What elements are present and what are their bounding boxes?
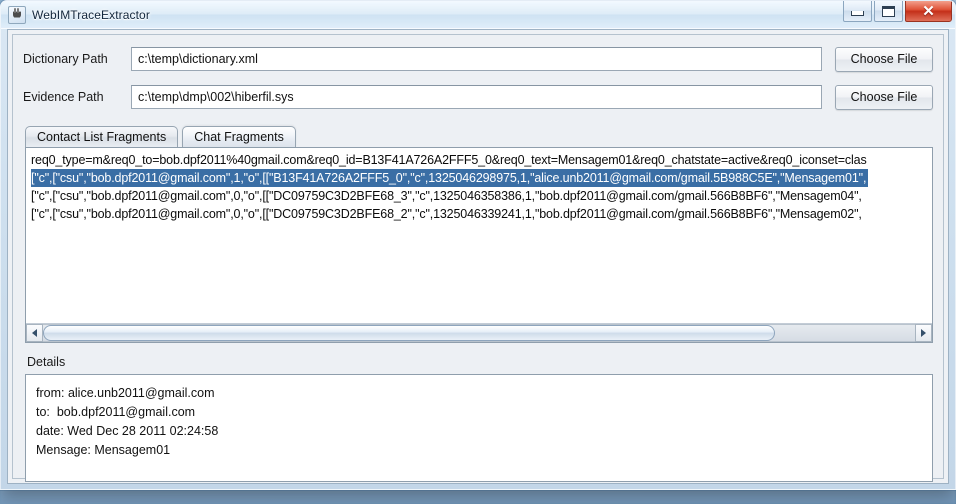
tab-contact-list-fragments[interactable]: Contact List Fragments xyxy=(25,126,179,147)
details-text-area[interactable]: from: alice.unb2011@gmail.com to: bob.dp… xyxy=(25,374,933,482)
fragment-line[interactable]: ["c",["csu","bob.dpf2011@gmail.com",0,"o… xyxy=(31,205,932,223)
window-title: WebIMTraceExtractor xyxy=(32,7,150,22)
evidence-path-row: Evidence Path Choose File xyxy=(23,84,933,110)
dictionary-path-row: Dictionary Path Choose File xyxy=(23,46,933,72)
scroll-left-arrow-icon xyxy=(32,329,37,337)
fragment-line-row: ["c",["csu","bob.dpf2011@gmail.com",0,"o… xyxy=(31,187,932,205)
title-bar[interactable]: WebIMTraceExtractor ✕ xyxy=(1,1,955,29)
close-button[interactable]: ✕ xyxy=(905,1,952,22)
dictionary-choose-file-button[interactable]: Choose File xyxy=(835,46,933,72)
fragment-line-row: ["c",["csu","bob.dpf2011@gmail.com",1,"o… xyxy=(31,169,932,187)
dictionary-path-label: Dictionary Path xyxy=(23,52,108,66)
fragment-line[interactable]: req0_type=m&req0_to=bob.dpf2011%40gmail.… xyxy=(31,151,932,169)
java-app-icon xyxy=(8,5,26,24)
scrollbar-track[interactable] xyxy=(43,324,915,342)
window-controls: ✕ xyxy=(843,1,952,22)
fragment-line-row: req0_type=m&req0_to=bob.dpf2011%40gmail.… xyxy=(31,151,932,169)
scroll-left-button[interactable] xyxy=(26,324,43,342)
details-line-message: Mensage: Mensagem01 xyxy=(36,443,171,457)
minimize-icon xyxy=(851,10,864,16)
tab-strip: Contact List Fragments Chat Fragments xyxy=(25,125,933,147)
tab-chat-fragments[interactable]: Chat Fragments xyxy=(182,126,296,147)
minimize-button[interactable] xyxy=(843,1,872,22)
maximize-icon xyxy=(882,5,895,17)
details-line-from: from: alice.unb2011@gmail.com xyxy=(36,386,215,400)
application-window: WebIMTraceExtractor ✕ Dictionary Path Ch… xyxy=(0,0,956,490)
details-label: Details xyxy=(27,355,66,369)
evidence-path-input[interactable] xyxy=(131,85,822,109)
details-line-date: date: Wed Dec 28 2011 02:24:58 xyxy=(36,424,219,438)
fragment-line-row: ["c",["csu","bob.dpf2011@gmail.com",0,"o… xyxy=(31,205,932,223)
fragment-line-selected[interactable]: ["c",["csu","bob.dpf2011@gmail.com",1,"o… xyxy=(31,169,869,187)
evidence-path-label: Evidence Path xyxy=(23,90,104,104)
scrollbar-thumb[interactable] xyxy=(43,325,776,341)
evidence-choose-file-button[interactable]: Choose File xyxy=(835,84,933,110)
details-line-to: to: bob.dpf2011@gmail.com xyxy=(36,405,196,419)
close-icon: ✕ xyxy=(922,2,935,20)
fragment-line[interactable]: ["c",["csu","bob.dpf2011@gmail.com",0,"o… xyxy=(31,187,932,205)
dictionary-path-input[interactable] xyxy=(131,47,822,71)
main-panel: Dictionary Path Choose File Evidence Pat… xyxy=(12,34,944,482)
fragment-lines: req0_type=m&req0_to=bob.dpf2011%40gmail.… xyxy=(26,148,932,324)
chat-fragments-text-area[interactable]: req0_type=m&req0_to=bob.dpf2011%40gmail.… xyxy=(25,147,933,343)
scroll-right-arrow-icon xyxy=(921,329,926,337)
scroll-right-button[interactable] xyxy=(915,324,932,342)
horizontal-scrollbar[interactable] xyxy=(26,323,932,342)
client-area: Dictionary Path Choose File Evidence Pat… xyxy=(7,29,949,484)
maximize-button[interactable] xyxy=(874,1,903,22)
